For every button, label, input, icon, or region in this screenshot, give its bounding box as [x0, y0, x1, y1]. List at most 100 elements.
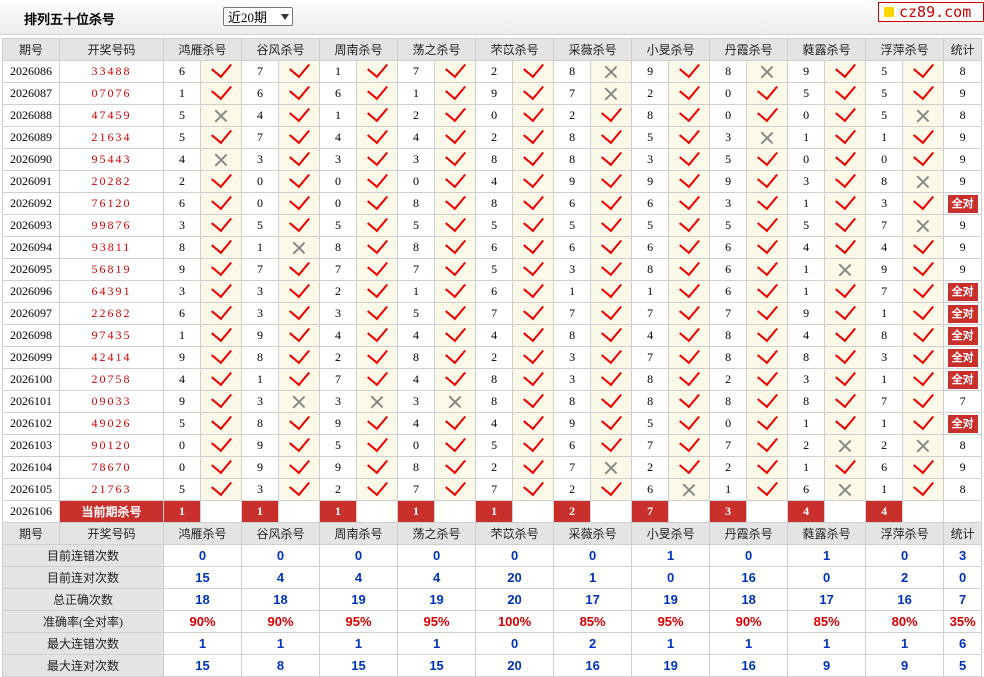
draw-number-cell: 93811 — [59, 236, 164, 259]
check-icon — [288, 171, 310, 188]
kill-number-cell: 7 — [241, 258, 280, 281]
check-icon — [678, 149, 700, 166]
period-cell: 2026089 — [2, 126, 60, 149]
stat-cell: 全对 — [943, 368, 983, 391]
kill-number-cell: 7 — [319, 258, 358, 281]
result-cell — [512, 170, 555, 193]
kill-number-cell: 7 — [709, 302, 748, 325]
check-icon — [834, 325, 856, 342]
kill-number-cell: 6 — [787, 478, 826, 501]
kill-number-cell: 8 — [553, 148, 592, 171]
cross-icon — [682, 483, 696, 497]
result-cell — [668, 434, 711, 457]
result-cell — [512, 148, 555, 171]
kill-number-cell: 0 — [397, 170, 436, 193]
result-cell — [824, 302, 867, 325]
kill-number-cell: 6 — [475, 280, 514, 303]
check-icon — [288, 83, 310, 100]
column-header: 周南杀号 — [319, 522, 399, 545]
period-cell: 2026090 — [2, 148, 60, 171]
kill-number-cell: 5 — [163, 412, 201, 435]
kill-number-cell: 1 — [865, 478, 904, 501]
kill-number-cell: 9 — [553, 170, 592, 193]
all-correct-badge: 全对 — [947, 304, 978, 323]
stats-value: 5 — [943, 654, 983, 677]
result-cell — [356, 280, 399, 303]
kill-number-cell: 9 — [163, 258, 201, 281]
kill-number-cell: 1 — [319, 104, 358, 127]
column-header: 浮萍杀号 — [865, 38, 945, 61]
result-cell — [746, 302, 789, 325]
stats-value: 0 — [631, 566, 711, 589]
result-cell — [434, 434, 477, 457]
stats-value: 18 — [241, 588, 321, 611]
result-cell — [434, 324, 477, 347]
result-cell — [824, 192, 867, 215]
check-icon — [912, 149, 934, 166]
period-cell: 2026103 — [2, 434, 60, 457]
result-cell — [434, 170, 477, 193]
check-icon — [834, 83, 856, 100]
kill-number-cell: 6 — [865, 456, 904, 479]
kill-number-cell: 6 — [631, 192, 670, 215]
check-icon — [912, 457, 934, 474]
kill-number-cell: 5 — [163, 126, 201, 149]
column-header: 谷风杀号 — [241, 522, 321, 545]
stats-value: 0 — [709, 544, 789, 567]
kill-number-cell: 1 — [397, 280, 436, 303]
result-cell — [824, 456, 867, 479]
current-kill-number: 1 — [319, 500, 358, 523]
result-cell — [199, 170, 243, 193]
column-header: 谷风杀号 — [241, 38, 321, 61]
kill-number-cell: 6 — [553, 236, 592, 259]
result-cell — [902, 390, 945, 413]
current-kill-number: 4 — [865, 500, 904, 523]
result-cell — [356, 390, 399, 413]
kill-number-cell: 5 — [397, 214, 436, 237]
result-cell — [356, 258, 399, 281]
stat-cell: 9 — [943, 214, 983, 237]
check-icon — [678, 237, 700, 254]
result-cell — [590, 214, 633, 237]
check-icon — [366, 325, 388, 342]
check-icon — [366, 259, 388, 276]
result-cell — [356, 302, 399, 325]
check-icon — [756, 413, 778, 430]
kill-number-cell: 1 — [787, 192, 826, 215]
draw-number-cell: 47459 — [59, 104, 164, 127]
current-kill-label: 当前期杀号 — [59, 500, 164, 523]
kill-number-cell: 6 — [553, 192, 592, 215]
check-icon — [522, 391, 544, 408]
result-cell — [902, 478, 945, 501]
kill-number-cell: 8 — [475, 368, 514, 391]
current-kill-number: 3 — [709, 500, 748, 523]
stats-value: 16 — [709, 566, 789, 589]
kill-number-cell: 5 — [787, 82, 826, 105]
result-cell — [746, 346, 789, 369]
kill-number-cell: 9 — [631, 60, 670, 83]
check-icon — [834, 237, 856, 254]
stats-value: 0 — [397, 544, 477, 567]
result-cell — [356, 170, 399, 193]
period-range-select[interactable]: 近20期 — [223, 7, 293, 26]
kill-number-cell: 3 — [553, 258, 592, 281]
check-icon — [522, 237, 544, 254]
site-logo[interactable]: cz89.com — [878, 2, 984, 22]
column-header: 蕤露杀号 — [787, 38, 867, 61]
check-icon — [678, 193, 700, 210]
kill-number-cell: 7 — [553, 302, 592, 325]
stats-value: 4 — [319, 566, 399, 589]
table-row: 2026102 49026 5 8 9 4 4 9 5 0 1 1 全对 — [2, 412, 983, 435]
check-icon — [522, 215, 544, 232]
all-correct-badge: 全对 — [947, 414, 978, 433]
check-icon — [288, 347, 310, 364]
stats-value: 1 — [787, 632, 867, 655]
result-cell — [590, 280, 633, 303]
kill-number-cell: 3 — [553, 346, 592, 369]
column-header: 鸿雁杀号 — [162, 38, 243, 61]
result-cell — [902, 104, 945, 127]
stats-value: 1 — [709, 632, 789, 655]
table-row: 2026089 21634 5 7 4 4 2 8 5 3 1 1 9 — [2, 126, 983, 149]
check-icon — [912, 347, 934, 364]
period-cell: 2026091 — [2, 170, 60, 193]
